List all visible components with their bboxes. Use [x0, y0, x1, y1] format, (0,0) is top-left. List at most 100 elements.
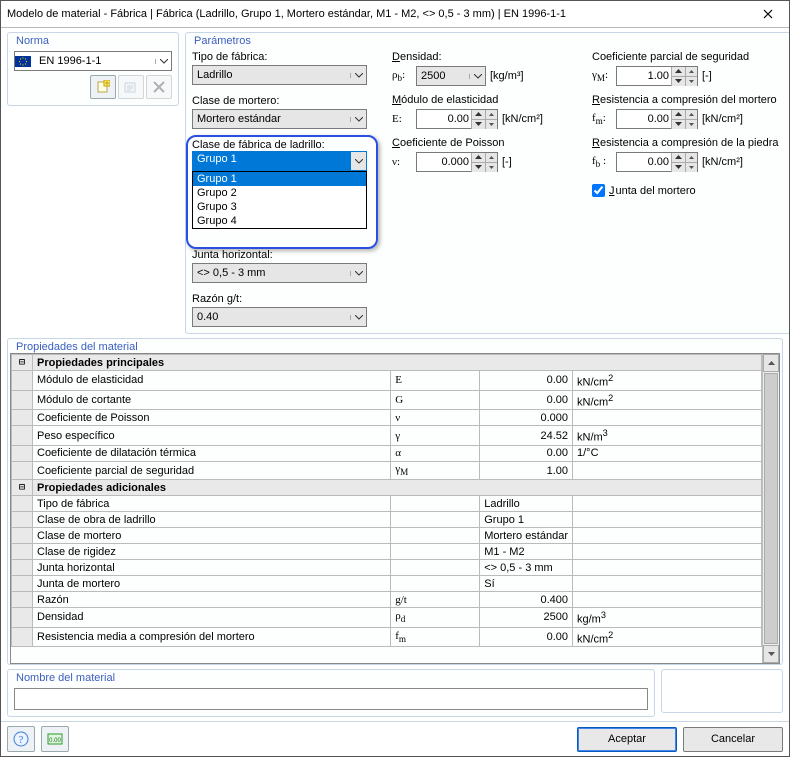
delete-icon — [152, 80, 166, 94]
units-icon: 0.00 — [47, 731, 63, 747]
name-panel: Nombre del material — [7, 669, 655, 717]
densidad-symbol: ρb: — [392, 69, 412, 83]
chevron-down-icon — [155, 59, 171, 64]
scroll-up-icon[interactable] — [763, 354, 779, 372]
table-row: Resistencia media a compresión del morte… — [12, 627, 762, 647]
razon-dropdown[interactable]: 0.40 — [192, 307, 367, 327]
fb-unit: [kN/cm²] — [702, 156, 743, 168]
clase-ladrillo-label: Clase de fábrica de ladrillo: — [192, 139, 325, 151]
units-button[interactable]: 0.00 — [41, 726, 69, 752]
close-icon — [763, 9, 773, 19]
table-row: Peso específicoγ24.52kN/m3 — [12, 426, 762, 446]
densidad-unit: [kg/m³] — [490, 70, 524, 82]
poisson-symbol: ν: — [392, 156, 412, 168]
elasticidad-unit: [kN/cm²] — [502, 113, 543, 125]
dd-option[interactable]: Grupo 1 — [193, 172, 366, 186]
properties-table: ⊟Propiedades principalesMódulo de elasti… — [11, 354, 762, 647]
fm-spinner[interactable] — [616, 109, 698, 129]
chevron-down-icon — [350, 73, 366, 78]
help-button[interactable]: ? — [7, 726, 35, 752]
elasticidad-spinner[interactable] — [416, 109, 498, 129]
chevron-down-icon — [469, 74, 485, 79]
poisson-unit: [-] — [502, 156, 512, 168]
params-title: Parámetros — [186, 33, 790, 47]
fb-symbol: fb : — [592, 155, 612, 169]
poisson-spinner[interactable] — [416, 152, 498, 172]
table-row: Coeficiente de dilatación térmicaα0.001/… — [12, 445, 762, 461]
fb-spinner[interactable] — [616, 152, 698, 172]
tipo-dropdown[interactable]: Ladrillo — [192, 65, 367, 85]
scroll-thumb[interactable] — [764, 373, 778, 644]
table-row: Junta horizontal<> 0,5 - 3 mm — [12, 560, 762, 576]
clase-mortero-dropdown[interactable]: Mortero estándar — [192, 109, 367, 129]
params-panel: Parámetros Tipo de fábrica: Ladrillo Cla… — [185, 32, 790, 334]
table-row: Coeficiente de Poissonν0.000 — [12, 410, 762, 426]
preview-box — [661, 669, 783, 713]
chevron-down-icon — [351, 152, 366, 170]
section-header: Propiedades principales — [33, 355, 762, 371]
svg-text:?: ? — [19, 734, 24, 746]
accept-button[interactable]: Aceptar — [577, 727, 677, 752]
table-row: Densidadρd2500kg/m3 — [12, 608, 762, 628]
elasticidad-symbol: E: — [392, 113, 412, 125]
table-row: Clase de morteroMortero estándar — [12, 528, 762, 544]
table-row: Clase de rigidezM1 - M2 — [12, 544, 762, 560]
clase-ladrillo-options[interactable]: Grupo 1Grupo 2Grupo 3Grupo 4 — [192, 171, 367, 229]
norma-panel: Norma EN 1996-1-1 — [7, 32, 179, 106]
material-name-input[interactable] — [14, 688, 648, 710]
new-icon — [96, 80, 110, 94]
norma-value: EN 1996-1-1 — [35, 55, 155, 67]
delete-button — [146, 75, 172, 99]
titlebar: Modelo de material - Fábrica | Fábrica (… — [1, 1, 789, 28]
gamma-spinner[interactable] — [616, 66, 698, 86]
expand-toggle[interactable]: ⊟ — [12, 480, 33, 496]
table-row: Clase de obra de ladrilloGrupo 1 — [12, 512, 762, 528]
cancel-button[interactable]: Cancelar — [683, 727, 783, 752]
junta-mortero-checkbox[interactable]: Junta del mortero — [592, 184, 790, 197]
vertical-scrollbar[interactable] — [762, 354, 779, 663]
dd-option[interactable]: Grupo 2 — [193, 186, 366, 200]
table-row: Coeficiente parcial de seguridadγM1.00 — [12, 461, 762, 479]
table-row: Razóng/t0.400 — [12, 592, 762, 608]
elasticidad-label: Módulo de elasticidad — [392, 94, 572, 106]
fm-unit: [kN/cm²] — [702, 113, 743, 125]
junta-h-label: Junta horizontal: — [192, 249, 372, 261]
dd-option[interactable]: Grupo 3 — [193, 200, 366, 214]
chevron-down-icon — [350, 117, 366, 122]
junta-h-dropdown[interactable]: <> 0,5 - 3 mm — [192, 263, 367, 283]
chevron-down-icon — [350, 271, 366, 276]
table-row: Módulo de elasticidadE0.00kN/cm2 — [12, 371, 762, 391]
properties-panel: Propiedades del material ⊟Propiedades pr… — [7, 338, 783, 665]
table-row: Módulo de cortanteG0.00kN/cm2 — [12, 390, 762, 410]
gamma-label: Coeficiente parcial de seguridad — [592, 51, 790, 63]
scroll-down-icon[interactable] — [763, 645, 779, 663]
eu-flag-icon — [15, 56, 31, 67]
norma-title: Norma — [8, 33, 178, 47]
help-icon: ? — [13, 731, 29, 747]
fb-label: Resistencia a compresión de la piedra — [592, 137, 790, 149]
poisson-label: Coeficiente de Poisson — [392, 137, 572, 149]
svg-text:0.00: 0.00 — [49, 738, 61, 744]
densidad-label: Densidad: — [392, 51, 572, 63]
section-header: Propiedades adicionales — [33, 480, 762, 496]
clase-ladrillo-dropdown[interactable]: Grupo 1 — [192, 151, 367, 171]
fm-label: Resistencia a compresión del mortero — [592, 94, 790, 106]
razon-label: Razón g/t: — [192, 293, 372, 305]
window-title: Modelo de material - Fábrica | Fábrica (… — [7, 8, 753, 20]
edit-button — [118, 75, 144, 99]
clase-mortero-label: Clase de mortero: — [192, 95, 372, 107]
new-button[interactable] — [90, 75, 116, 99]
norma-dropdown[interactable]: EN 1996-1-1 — [14, 51, 172, 71]
close-button[interactable] — [753, 4, 783, 24]
edit-icon — [124, 80, 138, 94]
tipo-label: Tipo de fábrica: — [192, 51, 372, 63]
fm-symbol: fm: — [592, 112, 612, 126]
densidad-dropdown[interactable]: 2500 — [416, 66, 486, 86]
name-title: Nombre del material — [8, 670, 654, 684]
dd-option[interactable]: Grupo 4 — [193, 214, 366, 228]
expand-toggle[interactable]: ⊟ — [12, 355, 33, 371]
properties-title: Propiedades del material — [8, 339, 782, 353]
dialog-window: Modelo de material - Fábrica | Fábrica (… — [0, 0, 790, 757]
table-row: Junta de morteroSí — [12, 576, 762, 592]
gamma-symbol: γM: — [592, 69, 612, 83]
